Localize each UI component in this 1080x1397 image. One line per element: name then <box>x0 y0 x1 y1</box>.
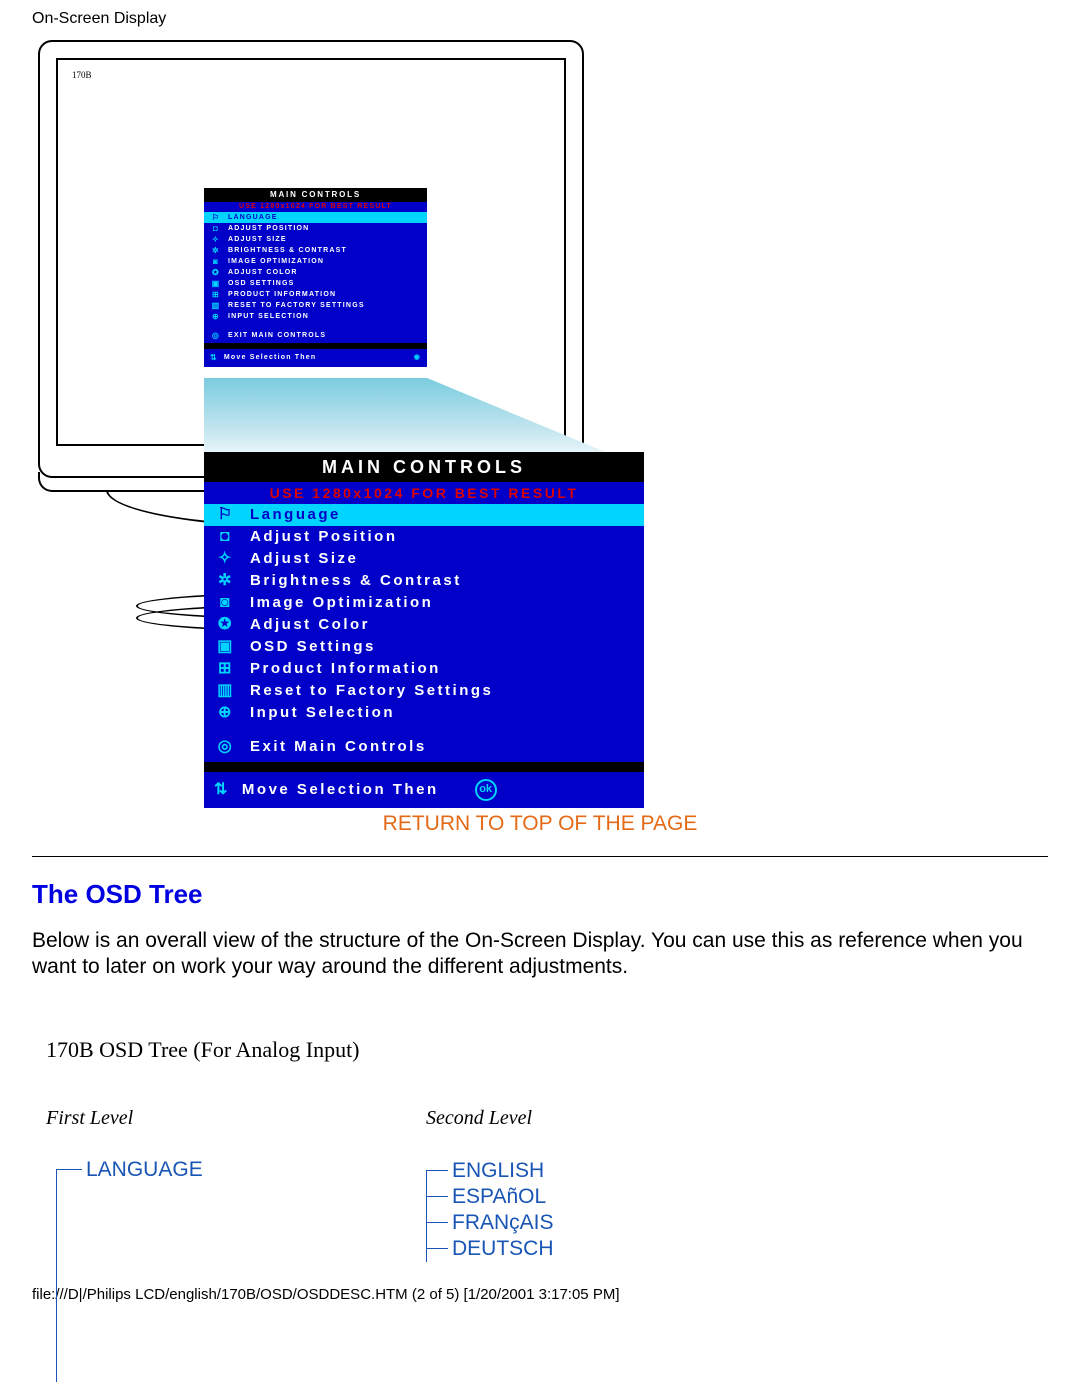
osd-item-product-information: ⊞Product Information <box>204 658 644 680</box>
osd-item-brightness-contrast: ✲Brightness & Contrast <box>204 570 644 592</box>
osd-footer-text: Move Selection Then <box>230 772 439 808</box>
tree-l2-español: ESPAñOL <box>426 1184 554 1210</box>
tree-col1-header: First Level <box>46 1107 426 1130</box>
menu-item-label: PRODUCT INFORMATION <box>222 289 336 300</box>
menu-item-label: Input Selection <box>238 702 395 724</box>
menu-item-icon: ▣ <box>210 278 222 289</box>
menu-item-label: INPUT SELECTION <box>222 311 309 322</box>
osd-item-input-selection: ⊕INPUT SELECTION <box>204 311 427 322</box>
menu-item-icon: ✪ <box>214 614 238 636</box>
osd-item-input-selection: ⊕Input Selection <box>204 702 644 724</box>
menu-item-label: Reset to Factory Settings <box>238 680 493 702</box>
osd-item-reset-to-factory-settings: ▥RESET TO FACTORY SETTINGS <box>204 300 427 311</box>
menu-item-label: Image Optimization <box>238 592 433 614</box>
menu-item-icon: ✧ <box>210 234 222 245</box>
osd-enlarged: MAIN CONTROLS USE 1280x1024 FOR BEST RES… <box>204 452 644 808</box>
menu-item-icon: ◎ <box>210 330 222 341</box>
osd-title: MAIN CONTROLS <box>204 188 427 202</box>
move-selection-icon: ⇅ <box>214 772 230 808</box>
menu-item-label: IMAGE OPTIMIZATION <box>222 256 324 267</box>
menu-item-icon: ▣ <box>214 636 238 658</box>
menu-item-icon: ◎ <box>214 736 238 758</box>
menu-item-label: OSD SETTINGS <box>222 278 295 289</box>
menu-item-icon: ✪ <box>210 267 222 278</box>
osd-item-image-optimization: ◙IMAGE OPTIMIZATION <box>204 256 427 267</box>
menu-item-label: EXIT MAIN CONTROLS <box>222 330 326 341</box>
page-header: On-Screen Display <box>32 10 1048 28</box>
menu-item-icon: ⊞ <box>214 658 238 680</box>
tree-l2-english: ENGLISH <box>426 1158 554 1184</box>
osd-item-product-information: ⊞PRODUCT INFORMATION <box>204 289 427 300</box>
menu-item-label: Exit Main Controls <box>238 736 427 758</box>
menu-item-icon: ⚐ <box>214 504 238 526</box>
menu-item-icon: ⊕ <box>214 702 238 724</box>
tree-l2-français: FRANçAIS <box>426 1210 554 1236</box>
menu-item-label: Product Information <box>238 658 441 680</box>
tree-title: 170B OSD Tree (For Analog Input) <box>46 1037 1048 1063</box>
menu-item-label: Brightness & Contrast <box>238 570 462 592</box>
osd-footer-text: Move Selection Then <box>218 349 316 367</box>
osd-item-reset-to-factory-settings: ▥Reset to Factory Settings <box>204 680 644 702</box>
menu-item-label: RESET TO FACTORY SETTINGS <box>222 300 365 311</box>
osd-item-adjust-position: ◘ADJUST POSITION <box>204 223 427 234</box>
menu-item-icon: ⚐ <box>210 212 222 223</box>
return-to-top-link[interactable]: RETURN TO TOP OF THE PAGE <box>383 812 698 835</box>
menu-item-icon: ◘ <box>214 526 238 548</box>
monitor-illustration: 170B MAIN CONTROLS USE 1280x1024 FOR BES… <box>32 34 1048 804</box>
ok-icon: ok <box>475 779 497 801</box>
osd-title: MAIN CONTROLS <box>204 452 644 482</box>
menu-item-icon: ◘ <box>210 223 222 234</box>
section-heading: The OSD Tree <box>32 879 1048 910</box>
tree-l1-language: LANGUAGE <box>86 1158 203 1182</box>
menu-item-label: Adjust Color <box>238 614 370 636</box>
osd-subtitle: USE 1280x1024 FOR BEST RESULT <box>204 482 644 504</box>
menu-item-label: OSD Settings <box>238 636 376 658</box>
monitor-brand: 170B <box>72 70 92 80</box>
osd-item-adjust-color: ✪Adjust Color <box>204 614 644 636</box>
menu-item-label: ADJUST SIZE <box>222 234 287 245</box>
tree-l2-label: DEUTSCH <box>452 1237 554 1261</box>
menu-item-icon: ▥ <box>214 680 238 702</box>
tree-l2-label: ESPAñOL <box>452 1185 546 1209</box>
menu-item-icon: ◙ <box>210 256 222 267</box>
menu-item-icon: ◙ <box>214 592 238 614</box>
osd-thumbnail: MAIN CONTROLS USE 1280x1024 FOR BEST RES… <box>204 188 427 367</box>
tree-l2-label: ENGLISH <box>452 1159 544 1183</box>
menu-item-label: LANGUAGE <box>222 212 278 223</box>
divider <box>32 856 1048 857</box>
menu-item-icon: ⊕ <box>210 311 222 322</box>
osd-item-adjust-size: ✧Adjust Size <box>204 548 644 570</box>
osd-subtitle: USE 1280x1024 FOR BEST RESULT <box>204 202 427 212</box>
menu-item-icon: ✧ <box>214 548 238 570</box>
osd-item-osd-settings: ▣OSD Settings <box>204 636 644 658</box>
section-paragraph: Below is an overall view of the structur… <box>32 928 1048 981</box>
osd-item-language: ⚐LANGUAGE <box>204 212 427 223</box>
osd-item-language: ⚐Language <box>204 504 644 526</box>
osd-item-exit-main-controls: ◎EXIT MAIN CONTROLS <box>204 330 427 341</box>
menu-item-icon: ⊞ <box>210 289 222 300</box>
osd-item-adjust-color: ✪ADJUST COLOR <box>204 267 427 278</box>
move-selection-icon: ⇅ <box>210 349 218 367</box>
ok-icon: ◉ <box>414 349 421 367</box>
tree-col2-header: Second Level <box>426 1107 532 1130</box>
tree-l2-deutsch: DEUTSCH <box>426 1236 554 1262</box>
menu-item-label: ADJUST POSITION <box>222 223 309 234</box>
page-footer-path: file:///D|/Philips LCD/english/170B/OSD/… <box>0 1262 1080 1313</box>
menu-item-icon: ✲ <box>210 245 222 256</box>
osd-item-exit-main-controls: ◎Exit Main Controls <box>204 736 644 758</box>
menu-item-label: Adjust Size <box>238 548 358 570</box>
menu-item-icon: ▥ <box>210 300 222 311</box>
osd-item-adjust-position: ◘Adjust Position <box>204 526 644 548</box>
menu-item-label: BRIGHTNESS & CONTRAST <box>222 245 347 256</box>
menu-item-label: ADJUST COLOR <box>222 267 298 278</box>
tree-l2-label: FRANçAIS <box>452 1211 554 1235</box>
osd-item-image-optimization: ◙Image Optimization <box>204 592 644 614</box>
osd-item-osd-settings: ▣OSD SETTINGS <box>204 278 427 289</box>
menu-item-label: Adjust Position <box>238 526 398 548</box>
menu-item-label: Language <box>238 504 341 526</box>
menu-item-icon: ✲ <box>214 570 238 592</box>
osd-item-adjust-size: ✧ADJUST SIZE <box>204 234 427 245</box>
osd-item-brightness-contrast: ✲BRIGHTNESS & CONTRAST <box>204 245 427 256</box>
